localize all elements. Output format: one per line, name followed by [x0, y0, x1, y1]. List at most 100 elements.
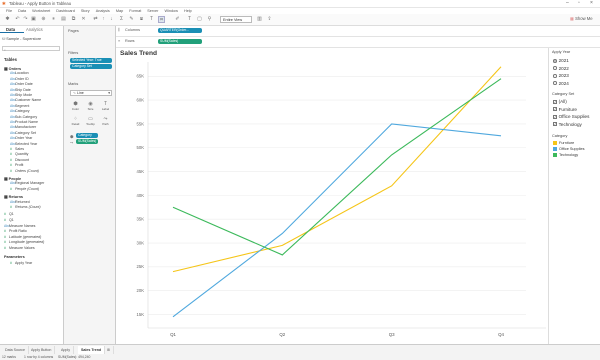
field-item[interactable]: # Orders (Count) — [10, 169, 39, 173]
mark-type-select[interactable]: ∿ Line ▾ — [70, 90, 112, 96]
legend-item[interactable]: Furniture — [553, 141, 574, 145]
sort-asc-icon[interactable]: ↑ — [100, 16, 107, 23]
totals-icon[interactable]: Σ — [118, 16, 125, 23]
tableau-home-icon[interactable]: ✱ — [4, 16, 11, 23]
field-item[interactable]: AbcShip Date — [10, 88, 31, 92]
save-icon[interactable]: ▣ — [30, 16, 37, 23]
category-set-option[interactable]: ✓ Technology — [553, 122, 582, 127]
new-datasource-icon[interactable]: ⊕ — [40, 16, 47, 23]
minimize-icon[interactable]: – — [566, 0, 569, 6]
menu-file[interactable]: File — [6, 9, 12, 13]
pause-updates-icon[interactable]: ⏸ — [50, 16, 57, 23]
menu-help[interactable]: Help — [184, 9, 192, 13]
year-option-2023[interactable]: 2023 — [553, 73, 569, 78]
field-item[interactable]: AbcSelected Year — [10, 142, 37, 146]
radio-button[interactable] — [553, 81, 557, 86]
share-icon[interactable]: ⇪ — [266, 16, 273, 23]
field-item[interactable]: AbcLocation — [10, 71, 29, 75]
format-icon[interactable]: ✐ — [174, 16, 181, 23]
chart-icon[interactable]: ▥ — [256, 16, 263, 23]
show-me-button[interactable]: ▦ Show Me — [570, 16, 593, 21]
fix-axes-icon[interactable]: ⌗ — [158, 16, 165, 23]
legend-item[interactable]: Office Supplies — [553, 147, 584, 151]
new-worksheet-icon[interactable]: ▤ — [60, 16, 67, 23]
table-orders[interactable]: ▦ Orders — [4, 66, 21, 71]
line-chart[interactable]: 15K 20K 25K 30K 35K 40K 45K 50K 55K 60K 65K Q1 Q2 Q3 Q… — [116, 48, 548, 344]
field-item[interactable]: # Q1 — [4, 218, 14, 222]
field-item[interactable]: # Quantity — [10, 152, 28, 156]
table-people[interactable]: ▦ People — [4, 176, 21, 181]
pin-icon[interactable]: ⚲ — [206, 16, 213, 23]
field-item[interactable]: # Measure Values — [4, 246, 35, 250]
menu-map[interactable]: Map — [116, 9, 123, 13]
menu-analysis[interactable]: Analysis — [96, 9, 110, 13]
sheet-tab[interactable]: Sales Trend — [78, 346, 106, 354]
marks-tooltip-button[interactable]: ▭ Tooltip — [85, 116, 96, 128]
marks-pill-category[interactable]: Category — [76, 133, 98, 138]
menu-window[interactable]: Window — [164, 9, 178, 13]
marks-size-button[interactable]: ◉ Size — [85, 101, 96, 113]
checkbox[interactable]: ✓ — [553, 107, 557, 112]
maximize-icon[interactable]: ▫ — [578, 0, 580, 6]
clear-sheet-icon[interactable]: ✕ — [80, 16, 87, 23]
category-set-option[interactable]: ✓ Furniture — [553, 107, 577, 112]
data-source[interactable]: ⛁ Sample - Superstore — [2, 36, 41, 41]
menu-data[interactable]: Data — [18, 9, 26, 13]
radio-button[interactable] — [553, 73, 557, 78]
series-line-technology[interactable] — [172, 78, 502, 256]
field-item[interactable]: AbcOrder ID — [10, 77, 29, 81]
menu-worksheet[interactable]: Worksheet — [32, 9, 50, 13]
table-returns[interactable]: ▦ Returns — [4, 194, 23, 199]
undo-icon[interactable]: ↶ — [14, 16, 21, 23]
field-item[interactable]: # Returns (Count) — [10, 205, 41, 209]
sheet-tab[interactable]: Data Source — [2, 346, 29, 354]
field-item[interactable]: AbcCategory — [10, 109, 30, 113]
field-item[interactable]: # Latitude (generated) — [4, 235, 41, 239]
field-item[interactable]: AbcRegional Manager — [10, 181, 44, 185]
year-option-2022[interactable]: 2022 — [553, 66, 569, 71]
parameter-item[interactable]: # Apply Year — [10, 261, 32, 265]
radio-button[interactable] — [553, 58, 557, 63]
field-item[interactable]: # Discount — [10, 158, 29, 162]
field-item[interactable]: AbcManufacturer — [10, 125, 36, 129]
new-sheet-icon[interactable]: ⊞ — [104, 346, 115, 354]
year-option-2021[interactable]: 2021 — [553, 58, 569, 63]
field-item[interactable]: # Q1 — [4, 212, 14, 216]
field-item[interactable]: AbcProduct Name — [10, 120, 38, 124]
marks-detail-button[interactable]: ⁘ Detail — [70, 116, 81, 128]
legend-item[interactable]: Technology — [553, 153, 578, 157]
filter-pill-selected-year[interactable]: Selected Year: True — [70, 58, 112, 63]
field-search-input[interactable]: ⌕ — [2, 46, 60, 52]
columns-pill-quarter[interactable]: QUARTER(Order... — [158, 28, 202, 33]
field-item[interactable]: AbcCustomer Name — [10, 98, 41, 102]
field-item[interactable]: AbcOrder Date — [10, 82, 33, 86]
group-icon[interactable]: ⧈ — [138, 16, 145, 23]
category-set-option[interactable]: ✓ Office Supplies — [553, 114, 589, 119]
tooltip-icon[interactable]: T — [186, 16, 193, 23]
checkbox[interactable]: ✓ — [553, 99, 557, 104]
field-item[interactable]: AbcSub-Category — [10, 115, 37, 119]
field-item[interactable]: AbcCategory Set — [10, 131, 36, 135]
menu-format[interactable]: Format — [129, 9, 141, 13]
field-item[interactable]: # Profit Ratio — [4, 229, 27, 233]
rows-pill-sum-sales[interactable]: SUM(Sales) — [158, 39, 202, 44]
checkbox[interactable]: ✓ — [553, 122, 557, 127]
labels-icon[interactable]: T — [148, 16, 155, 23]
menu-dashboard[interactable]: Dashboard — [56, 9, 75, 13]
field-item[interactable]: AbcReturned — [10, 200, 30, 204]
close-icon[interactable]: × — [590, 0, 593, 6]
swap-icon[interactable]: ⇄ — [92, 16, 99, 23]
field-item[interactable]: AbcOrder Year — [10, 136, 32, 140]
filter-pill-category-set[interactable]: Category Set — [70, 64, 112, 69]
sheet-tab[interactable]: Apply — [58, 346, 74, 354]
series-line-office-supplies[interactable] — [172, 123, 502, 318]
series-line-furniture[interactable] — [172, 66, 502, 273]
checkbox[interactable]: ✓ — [553, 114, 557, 119]
field-item[interactable]: # Longitude (generated) — [4, 240, 44, 244]
field-item[interactable]: AbcShip Mode — [10, 93, 32, 97]
field-item[interactable]: # Sales — [10, 147, 24, 151]
redo-icon[interactable]: ↷ — [22, 16, 29, 23]
field-item[interactable]: AbcMeasure Names — [4, 224, 35, 228]
year-option-2024[interactable]: 2024 — [553, 81, 569, 86]
radio-button[interactable] — [553, 66, 557, 71]
